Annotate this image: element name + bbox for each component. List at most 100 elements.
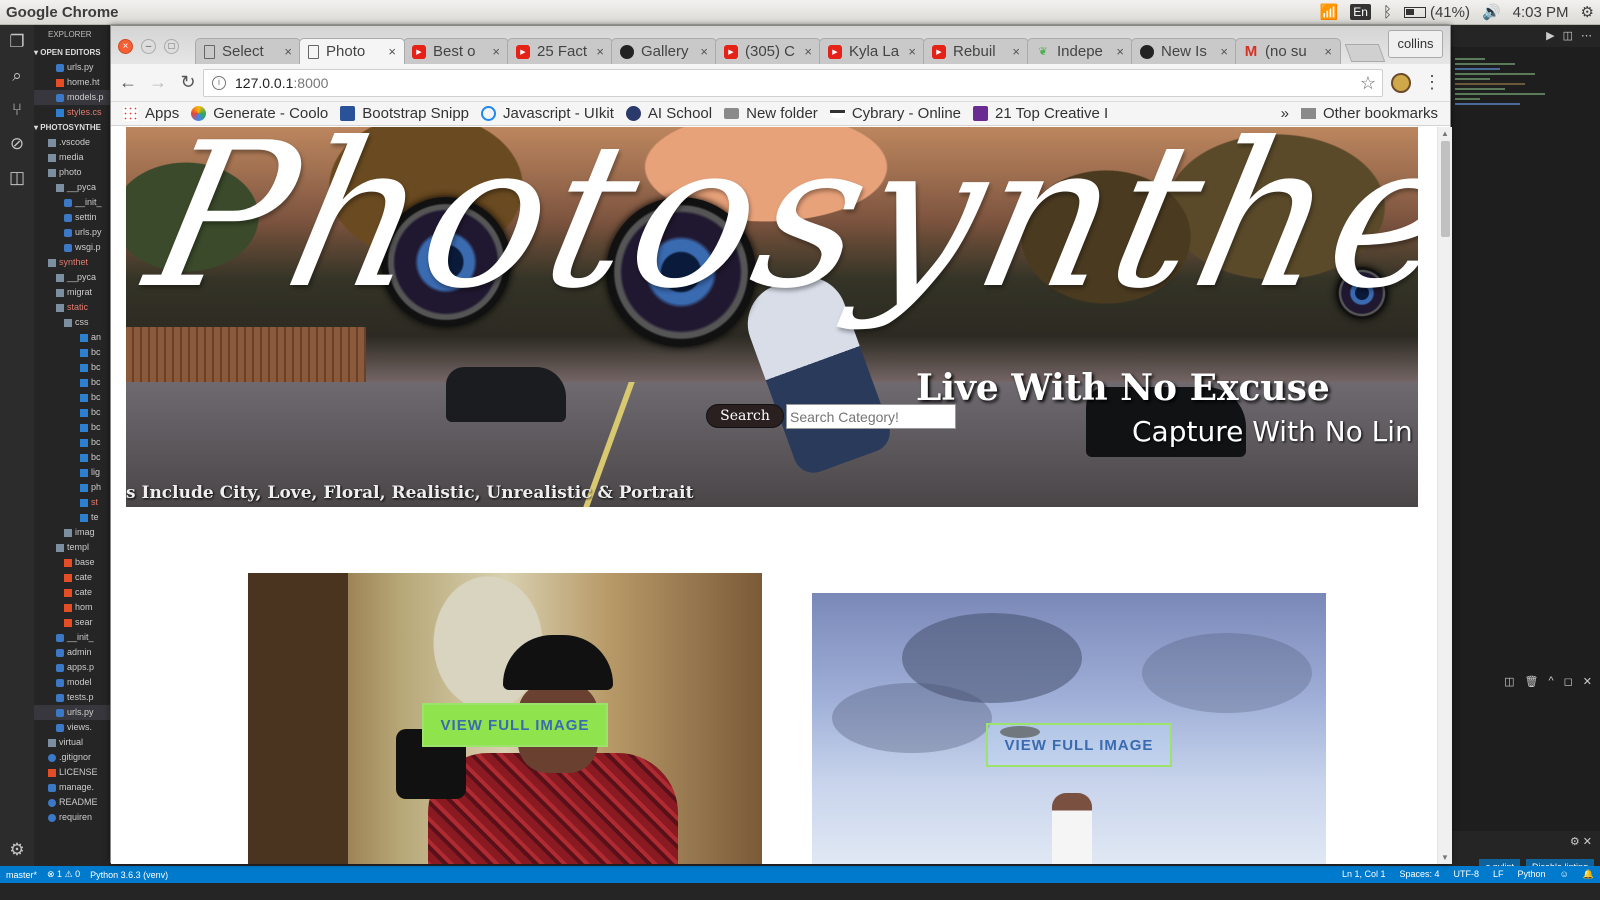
bookmark-item[interactable]: Generate - Coolo (191, 105, 328, 122)
clock[interactable]: 4:03 PM (1513, 4, 1569, 21)
reload-button[interactable]: ↻ (175, 72, 201, 93)
feedback-icon[interactable]: ☺ (1560, 869, 1569, 880)
file-tree-item[interactable]: settin (34, 210, 110, 225)
project-section[interactable]: ▾ PHOTOSYNTHE (34, 120, 110, 135)
search-category-input[interactable] (786, 404, 956, 429)
file-tree-item[interactable]: base (34, 555, 110, 570)
notification-gear-icon[interactable]: ⚙ ✕ (1570, 835, 1592, 848)
file-tree-item[interactable]: model (34, 675, 110, 690)
window-maximize-button[interactable]: □ (164, 39, 179, 54)
file-tree-item[interactable]: te (34, 510, 110, 525)
explorer-icon[interactable]: ❐ (0, 25, 34, 59)
file-tree-item[interactable]: __pyca (34, 270, 110, 285)
file-tree-item[interactable]: apps.p (34, 660, 110, 675)
file-tree-item[interactable]: an (34, 330, 110, 345)
search-button[interactable]: Search (706, 404, 784, 428)
file-tree-item[interactable]: static (34, 300, 110, 315)
file-tree-item[interactable]: photo (34, 165, 110, 180)
tab-close-icon[interactable]: × (1116, 44, 1124, 59)
file-tree-item[interactable]: urls.py (34, 705, 110, 720)
maximize-panel-icon[interactable]: ◻ (1564, 675, 1573, 693)
tab-close-icon[interactable]: × (492, 44, 500, 59)
file-tree-item[interactable]: virtual (34, 735, 110, 750)
wifi-icon[interactable]: 📶 (1320, 3, 1339, 21)
file-tree-item[interactable]: __pyca (34, 180, 110, 195)
tab-close-icon[interactable]: × (1220, 44, 1228, 59)
page-scrollbar[interactable]: ▲ ▼ (1437, 127, 1452, 864)
file-tree-item[interactable]: LICENSE (34, 765, 110, 780)
tab-close-icon[interactable]: × (908, 44, 916, 59)
browser-tab[interactable]: Gallery × (611, 38, 717, 64)
extensions-icon[interactable]: ◫ (0, 161, 34, 195)
minimap[interactable] (1455, 55, 1555, 205)
tab-close-icon[interactable]: × (596, 44, 604, 59)
file-tree-item[interactable]: cate (34, 585, 110, 600)
file-tree-item[interactable]: bc (34, 420, 110, 435)
file-tree-item[interactable]: .gitignor (34, 750, 110, 765)
problems-count[interactable]: ⊗ 1 ⚠ 0 (47, 869, 80, 880)
file-tree-item[interactable]: README (34, 795, 110, 810)
open-file[interactable]: home.ht (34, 75, 110, 90)
tab-close-icon[interactable]: × (804, 44, 812, 59)
browser-tab[interactable]: Select × (195, 38, 301, 64)
file-tree-item[interactable]: wsgi.p (34, 240, 110, 255)
battery-indicator[interactable]: (41%) (1403, 4, 1470, 21)
bookmark-item[interactable]: Javascript - UIkit (481, 105, 614, 122)
browser-tab[interactable]: M (no su × (1235, 38, 1341, 64)
scrollbar-thumb[interactable] (1441, 141, 1450, 237)
open-file[interactable]: urls.py (34, 60, 110, 75)
file-tree-item[interactable]: bc (34, 435, 110, 450)
tab-close-icon[interactable]: × (284, 44, 292, 59)
bookmarks-overflow-button[interactable]: » (1281, 105, 1289, 122)
file-tree-item[interactable]: __init_ (34, 195, 110, 210)
file-tree-item[interactable]: bc (34, 390, 110, 405)
split-editor-icon[interactable]: ▶ (1546, 29, 1554, 43)
bell-icon[interactable]: 🔔 (1583, 869, 1594, 880)
window-minimize-button[interactable]: – (141, 39, 156, 54)
window-close-button[interactable]: × (118, 39, 133, 54)
bookmark-star-icon[interactable]: ☆ (1360, 73, 1376, 94)
bookmark-item[interactable]: AI School (625, 105, 712, 122)
profile-button[interactable]: collins (1388, 30, 1443, 58)
scroll-up-arrow-icon[interactable]: ▲ (1441, 129, 1449, 138)
open-file[interactable]: models.p (34, 90, 110, 105)
browser-tab[interactable]: ▶ Best o × (403, 38, 509, 64)
cursor-position[interactable]: Ln 1, Col 1 (1342, 869, 1386, 880)
file-tree-item[interactable]: synthet (34, 255, 110, 270)
browser-tab[interactable]: ❦ Indepe × (1027, 38, 1133, 64)
split-panel-icon[interactable]: ◫ (1504, 675, 1514, 693)
bookmark-item[interactable]: New folder (724, 105, 818, 122)
tab-close-icon[interactable]: × (1324, 44, 1332, 59)
bluetooth-icon[interactable]: ᛒ (1383, 4, 1392, 21)
file-tree-item[interactable]: ph (34, 480, 110, 495)
bookmark-item[interactable]: Cybrary - Online (829, 105, 961, 122)
file-tree-item[interactable]: templ (34, 540, 110, 555)
browser-tab[interactable]: New Is × (1131, 38, 1237, 64)
file-tree-item[interactable]: bc (34, 360, 110, 375)
file-tree-item[interactable]: imag (34, 525, 110, 540)
more-icon[interactable]: ⋯ (1581, 29, 1592, 43)
file-tree-item[interactable]: views. (34, 720, 110, 735)
file-tree-item[interactable]: bc (34, 375, 110, 390)
python-interpreter[interactable]: Python 3.6.3 (venv) (90, 870, 168, 880)
address-bar[interactable]: i 127.0.0.1:8000 ☆ (203, 69, 1383, 97)
keyboard-layout-indicator[interactable]: En (1350, 4, 1371, 20)
open-file[interactable]: styles.cs (34, 105, 110, 120)
other-bookmarks-folder[interactable]: Other bookmarks (1300, 105, 1438, 122)
forward-button[interactable]: → (145, 72, 171, 93)
file-tree-item[interactable]: manage. (34, 780, 110, 795)
browser-tab[interactable]: ▶ Rebuil × (923, 38, 1029, 64)
bookmark-item[interactable]: 21 Top Creative I (973, 105, 1108, 122)
search-icon[interactable]: ⌕ (0, 59, 34, 93)
browser-tab[interactable]: ▶ 25 Fact × (507, 38, 613, 64)
file-tree-item[interactable]: bc (34, 405, 110, 420)
file-tree-item[interactable]: st (34, 495, 110, 510)
file-tree-item[interactable]: css (34, 315, 110, 330)
manage-gear-icon[interactable]: ⚙ (0, 833, 34, 867)
file-tree-item[interactable]: cate (34, 570, 110, 585)
file-tree-item[interactable]: .vscode (34, 135, 110, 150)
new-tab-button[interactable] (1344, 44, 1386, 62)
view-full-image-button[interactable]: VIEW FULL IMAGE (422, 703, 608, 747)
browser-tab[interactable]: ▶ Kyla La × (819, 38, 925, 64)
bookmark-item[interactable]: Bootstrap Snipp (340, 105, 469, 122)
